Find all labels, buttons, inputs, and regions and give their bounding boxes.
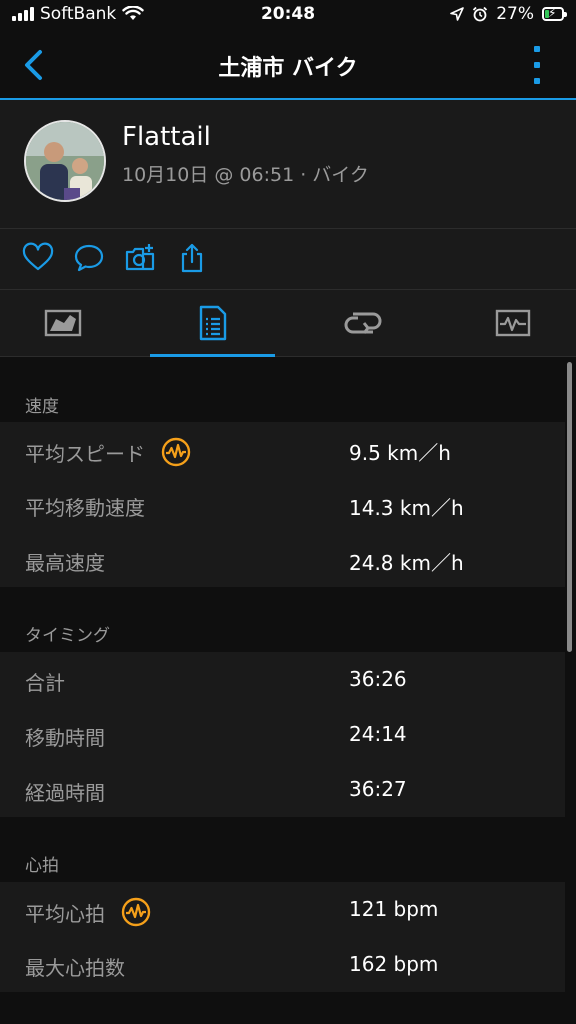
action-bar — [0, 229, 576, 290]
scrollbar[interactable] — [567, 362, 572, 652]
stat-label: 最大心拍数 — [25, 956, 125, 980]
heart-rate-group: 平均心拍 121 bpm 最大心拍数 162 bpm — [0, 882, 565, 992]
tab-stats[interactable] — [150, 290, 275, 357]
realtime-badge-icon — [161, 437, 191, 467]
location-arrow-icon — [450, 7, 465, 21]
stat-row: 平均心拍 121 bpm — [0, 882, 565, 937]
stat-value: 9.5 km／h — [349, 441, 451, 465]
stat-label: 移動時間 — [25, 726, 105, 750]
stat-row: 最高速度 24.8 km／h — [0, 532, 565, 587]
tab-map[interactable] — [0, 290, 125, 356]
chart-icon — [495, 309, 530, 337]
stat-value: 121 bpm — [349, 897, 439, 921]
stat-row: 最大心拍数 162 bpm — [0, 937, 565, 992]
speed-group: 平均スピード 9.5 km／h 平均移動速度 14.3 km／h 最高速度 24… — [0, 422, 565, 587]
status-bar: SoftBank 20:48 27% ⚡ — [0, 0, 576, 32]
tab-charts[interactable] — [450, 290, 575, 356]
tab-laps[interactable] — [300, 290, 425, 356]
stat-value: 24.8 km／h — [349, 551, 464, 575]
status-right: 27% ⚡ — [450, 4, 567, 24]
stats-list-icon — [199, 305, 226, 341]
section-header-heart-rate: 心拍 — [25, 856, 59, 876]
add-photo-icon[interactable] — [124, 242, 156, 274]
stat-value: 36:26 — [349, 667, 407, 691]
battery-percent: 27% — [496, 4, 534, 24]
avatar[interactable] — [24, 120, 106, 202]
map-icon — [44, 309, 81, 337]
stat-value: 24:14 — [349, 722, 407, 746]
stat-row: 移動時間 24:14 — [0, 707, 565, 762]
stat-value: 14.3 km／h — [349, 496, 464, 520]
stat-value: 162 bpm — [349, 952, 439, 976]
laps-icon — [344, 312, 381, 334]
realtime-badge-icon — [121, 897, 151, 927]
timing-group: 合計 36:26 移動時間 24:14 経過時間 36:27 — [0, 652, 565, 817]
stat-label: 平均スピード — [25, 437, 191, 467]
section-header-speed: 速度 — [25, 397, 59, 417]
section-header-timing: タイミング — [25, 626, 110, 646]
stat-row: 合計 36:26 — [0, 652, 565, 707]
stats-content[interactable]: 速度 平均スピード 9.5 km／h 平均移動速度 14.3 km／h 最高速度… — [0, 357, 576, 1024]
stat-label: 経過時間 — [25, 781, 105, 805]
stat-label: 最高速度 — [25, 551, 105, 575]
tab-bar — [0, 290, 576, 357]
user-name: Flattail — [122, 122, 211, 152]
navigation-bar: 土浦市 バイク — [0, 32, 576, 100]
stat-label: 平均心拍 — [25, 897, 151, 927]
heart-icon[interactable] — [22, 242, 54, 274]
stat-row: 平均移動速度 14.3 km／h — [0, 477, 565, 532]
activity-profile: Flattail 10月10日 @ 06:51 · バイク — [0, 100, 576, 229]
stat-label: 平均移動速度 — [25, 496, 145, 520]
more-options-icon[interactable] — [534, 46, 542, 84]
activity-meta: 10月10日 @ 06:51 · バイク — [122, 164, 369, 186]
stat-row: 平均スピード 9.5 km／h — [0, 422, 565, 477]
comment-icon[interactable] — [73, 242, 105, 274]
share-icon[interactable] — [176, 242, 208, 274]
page-title: 土浦市 バイク — [218, 56, 358, 81]
avatar-photo — [26, 122, 104, 200]
stat-label: 合計 — [25, 671, 65, 695]
alarm-icon — [473, 6, 488, 22]
battery-icon: ⚡ — [542, 6, 567, 21]
charging-bolt-icon: ⚡ — [548, 6, 557, 20]
stat-row: 経過時間 36:27 — [0, 762, 565, 817]
stat-value: 36:27 — [349, 777, 407, 801]
